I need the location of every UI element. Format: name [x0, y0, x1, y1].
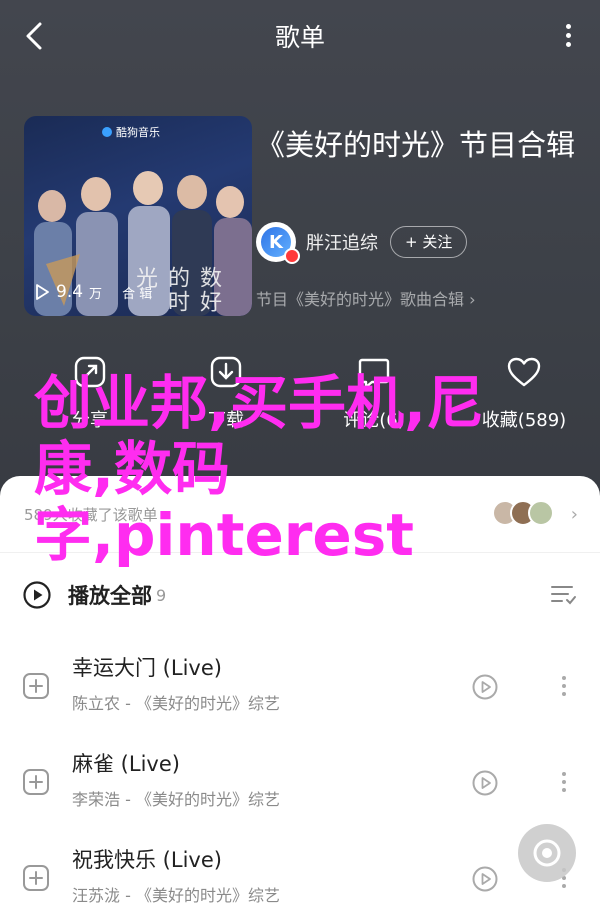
- song-title: 祝我快乐 (Live): [72, 848, 222, 872]
- share-button[interactable]: 分享: [30, 352, 150, 432]
- mv-button[interactable]: [470, 864, 500, 894]
- song-row[interactable]: 麻雀 (Live) 李荣浩 - 《美好的时光》综艺: [0, 734, 600, 830]
- plus-square-icon: [23, 865, 49, 891]
- creator-row: K 胖汪追综 + 关注: [256, 222, 468, 264]
- more-dot-icon: [565, 24, 571, 29]
- song-row[interactable]: 祝我快乐 (Live) 汪苏泷 - 《美好的时光》综艺: [0, 830, 600, 922]
- play-circle-icon: [472, 674, 498, 700]
- more-dot-icon: [565, 42, 571, 47]
- play-count: 9.4 万 合 辑: [34, 282, 152, 302]
- more-dot-icon: [562, 780, 566, 784]
- more-dot-icon: [565, 33, 571, 38]
- song-more-button[interactable]: [552, 672, 576, 702]
- play-triangle-icon: [36, 284, 49, 300]
- song-title: 幸运大门 (Live): [72, 656, 222, 680]
- song-more-button[interactable]: [552, 768, 576, 798]
- list-icon: [551, 586, 576, 605]
- multi-select-button[interactable]: [548, 580, 578, 610]
- download-button[interactable]: 下载: [166, 352, 286, 432]
- comment-button[interactable]: 评论(6): [314, 352, 434, 432]
- collectors-text[interactable]: 589人收藏了该歌单: [24, 504, 158, 525]
- playlist-subtitle-link[interactable]: 节目《美好的时光》歌曲合辑 ›: [256, 286, 476, 310]
- play-all-button[interactable]: 播放全部 9: [22, 580, 166, 610]
- page-title: 歌单: [274, 23, 325, 52]
- add-to-queue-button[interactable]: [22, 672, 50, 700]
- plus-square-icon: [23, 673, 49, 699]
- chevron-right-icon: ›: [570, 504, 578, 525]
- play-circle-icon: [472, 866, 498, 892]
- song-title: 麻雀 (Live): [72, 752, 180, 776]
- kugou-logo-icon: [102, 127, 112, 137]
- more-dot-icon: [562, 692, 566, 696]
- more-dot-icon: [562, 884, 566, 888]
- play-circle-icon: [23, 581, 51, 609]
- collector-avatars[interactable]: [492, 500, 554, 526]
- creator-avatar[interactable]: K: [256, 222, 300, 264]
- more-dot-icon: [562, 772, 566, 776]
- more-dot-icon: [562, 788, 566, 792]
- share-icon: [70, 352, 110, 392]
- target-icon: [533, 839, 561, 867]
- cover-logo: 酷狗音乐: [102, 124, 160, 140]
- more-dot-icon: [562, 676, 566, 680]
- playlist-title: 《美好的时光》节目合辑: [256, 128, 576, 162]
- collect-button[interactable]: 收藏(589): [464, 352, 584, 432]
- playlist-cover[interactable]: 酷狗音乐 数好的时光 9.4 万 合 辑: [24, 116, 252, 316]
- creator-name[interactable]: 胖汪追综: [306, 229, 378, 255]
- floating-assistant-button[interactable]: [518, 824, 576, 882]
- song-meta: 陈立农 - 《美好的时光》综艺: [72, 694, 280, 713]
- add-to-queue-button[interactable]: [22, 864, 50, 892]
- follow-button[interactable]: + 关注: [390, 226, 468, 258]
- add-to-queue-button[interactable]: [22, 768, 50, 796]
- heart-icon: [504, 352, 544, 392]
- mv-button[interactable]: [470, 768, 500, 798]
- collector-avatar: [528, 500, 554, 526]
- comment-icon: [354, 352, 394, 392]
- nav-bar: 歌单: [0, 0, 600, 72]
- download-icon: [206, 352, 246, 392]
- mv-button[interactable]: [470, 672, 500, 702]
- song-meta: 李荣浩 - 《美好的时光》综艺: [72, 790, 280, 809]
- song-row[interactable]: 幸运大门 (Live) 陈立农 - 《美好的时光》综艺: [0, 638, 600, 734]
- song-meta: 汪苏泷 - 《美好的时光》综艺: [72, 886, 280, 905]
- action-row: 分享 下载 评论(6) 收藏(589): [0, 352, 600, 442]
- divider: [0, 552, 600, 553]
- more-options-button[interactable]: [558, 20, 578, 52]
- verified-badge-icon: [284, 248, 300, 264]
- play-circle-icon: [472, 770, 498, 796]
- more-dot-icon: [562, 684, 566, 688]
- song-list-sheet: 589人收藏了该歌单 › 播放全部 9 幸运大门 (Live) 陈立农 - 《美…: [0, 476, 600, 922]
- plus-square-icon: [23, 769, 49, 795]
